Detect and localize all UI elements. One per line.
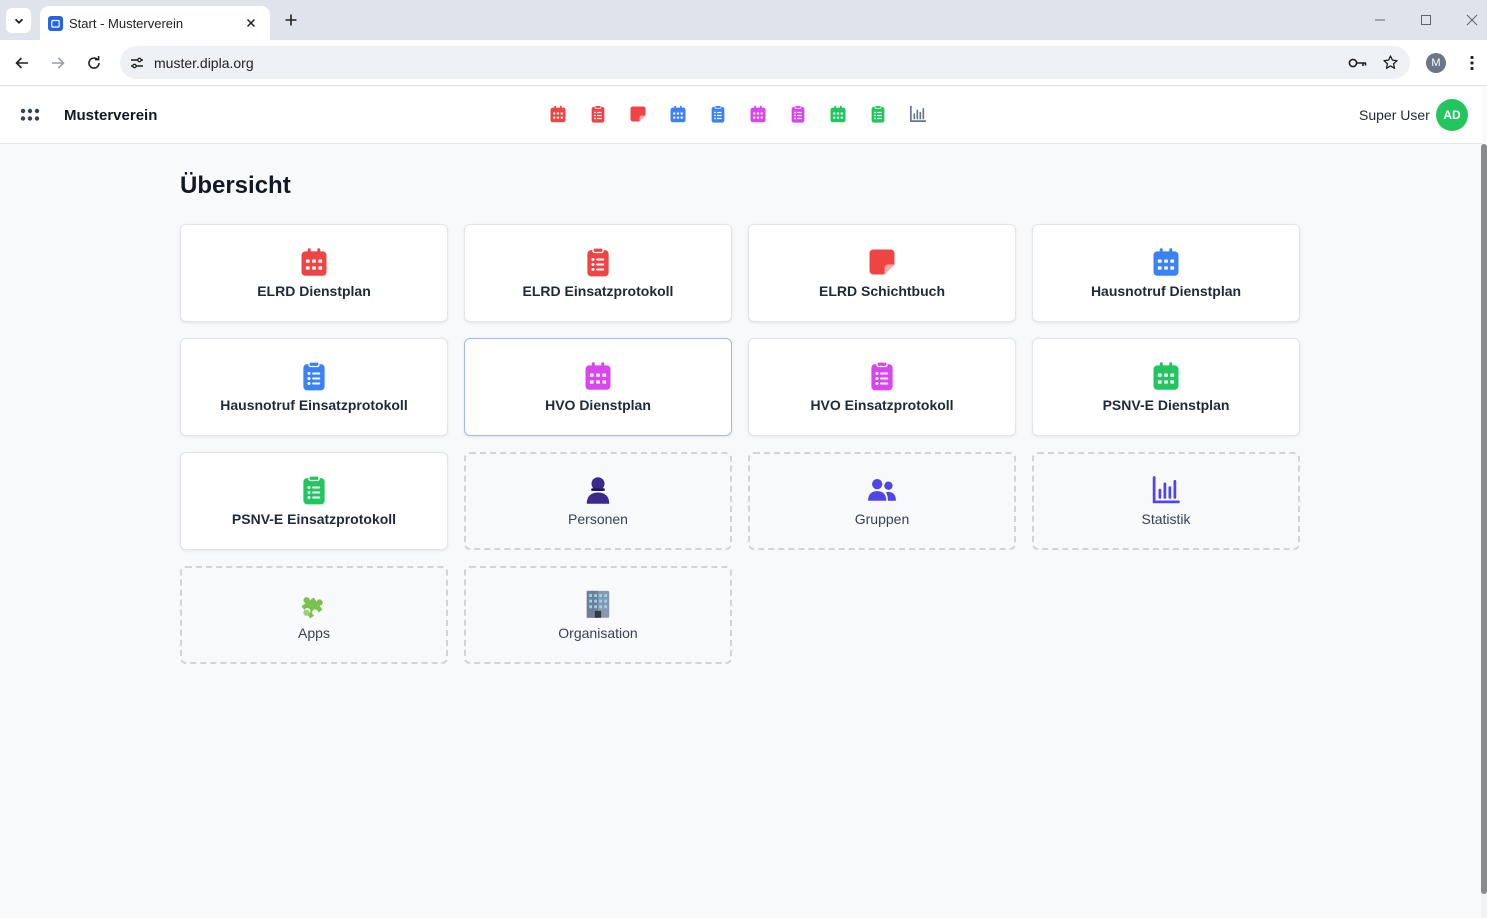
address-bar-row: muster.dipla.org M bbox=[0, 40, 1487, 86]
bar-chart-icon[interactable] bbox=[909, 105, 927, 123]
note-icon[interactable] bbox=[629, 105, 647, 123]
forward-button[interactable] bbox=[46, 51, 70, 75]
page-title: Übersicht bbox=[180, 172, 291, 199]
browser-tab-strip: Start - Musterverein bbox=[0, 0, 1487, 40]
user-name[interactable]: Super User bbox=[1359, 107, 1430, 123]
app-tile-hausnotruf-einsatzprotokoll[interactable]: Hausnotruf Einsatzprotokoll bbox=[180, 338, 448, 436]
new-tab-button[interactable] bbox=[280, 9, 302, 31]
app-tile-hvo-dienstplan[interactable]: HVO Dienstplan bbox=[464, 338, 732, 436]
app-tile-label: Statistik bbox=[1141, 511, 1191, 527]
app-header: Musterverein Super User AD bbox=[0, 87, 1482, 144]
minimize-icon bbox=[1375, 19, 1385, 21]
close-icon bbox=[1466, 14, 1478, 26]
key-icon[interactable] bbox=[1346, 51, 1370, 75]
app-tile-psnv-e-dienstplan[interactable]: PSNV-E Dienstplan bbox=[1032, 338, 1300, 436]
app-tile-label: HVO Einsatzprotokoll bbox=[810, 397, 954, 413]
clipboard-icon bbox=[299, 475, 329, 505]
calendar-icon[interactable] bbox=[549, 105, 567, 123]
clipboard-icon[interactable] bbox=[789, 105, 807, 123]
plus-icon bbox=[285, 14, 297, 26]
grid-dots-icon bbox=[20, 108, 40, 121]
browser-menu-button[interactable] bbox=[1462, 51, 1482, 75]
browser-tab[interactable]: Start - Musterverein bbox=[40, 6, 270, 40]
calendar-icon bbox=[1151, 361, 1181, 391]
maximize-window-button[interactable] bbox=[1416, 10, 1436, 30]
scrollbar-thumb[interactable] bbox=[1481, 144, 1487, 894]
reload-button[interactable] bbox=[82, 51, 106, 75]
app-tile-label: Hausnotruf Dienstplan bbox=[1090, 283, 1242, 299]
page-scrollbar[interactable] bbox=[1481, 144, 1487, 918]
app-tile-label: Personen bbox=[568, 511, 628, 527]
app-tile-gruppen[interactable]: Gruppen bbox=[748, 452, 1016, 550]
clipboard-icon bbox=[867, 361, 897, 391]
calendar-icon[interactable] bbox=[669, 105, 687, 123]
bar-chart-icon bbox=[1151, 475, 1181, 505]
maximize-icon bbox=[1421, 15, 1431, 25]
app-tile-statistik[interactable]: Statistik bbox=[1032, 452, 1300, 550]
star-icon[interactable] bbox=[1378, 51, 1402, 75]
app-tile-label: PSNV-E Einsatzprotokoll bbox=[231, 511, 397, 527]
app-tile-label: Hausnotruf Einsatzprotokoll bbox=[220, 397, 408, 413]
reload-icon bbox=[88, 56, 100, 69]
app-tile-label: Gruppen bbox=[854, 511, 910, 527]
quick-nav-bar bbox=[549, 105, 927, 123]
clipboard-icon bbox=[299, 361, 329, 391]
tab-search-button[interactable] bbox=[6, 8, 31, 33]
calendar-favicon-icon bbox=[48, 15, 63, 31]
site-settings-icon[interactable] bbox=[127, 53, 147, 73]
chevron-down-icon bbox=[14, 18, 23, 24]
browser-profile-avatar[interactable]: M bbox=[1426, 53, 1446, 73]
close-icon[interactable] bbox=[242, 14, 260, 32]
app-tile-organisation[interactable]: Organisation bbox=[464, 566, 732, 664]
app-tile-elrd-dienstplan[interactable]: ELRD Dienstplan bbox=[180, 224, 448, 322]
arrow-left-icon bbox=[15, 57, 28, 69]
back-button[interactable] bbox=[10, 51, 34, 75]
app-tile-label: Apps bbox=[298, 625, 330, 641]
app-tile-apps[interactable]: Apps bbox=[180, 566, 448, 664]
calendar-icon bbox=[299, 247, 329, 277]
app-tile-psnv-e-einsatzprotokoll[interactable]: PSNV-E Einsatzprotokoll bbox=[180, 452, 448, 550]
person-icon bbox=[583, 475, 613, 505]
app-tile-label: PSNV-E Dienstplan bbox=[1102, 397, 1230, 413]
calendar-icon[interactable] bbox=[829, 105, 847, 123]
tab-title: Start - Musterverein bbox=[69, 15, 184, 31]
app-tile-label: Organisation bbox=[558, 625, 638, 641]
note-icon bbox=[867, 247, 897, 277]
omnibox[interactable]: muster.dipla.org bbox=[120, 46, 1410, 79]
app-tile-elrd-schichtbuch[interactable]: ELRD Schichtbuch bbox=[748, 224, 1016, 322]
kebab-menu-icon bbox=[1470, 55, 1474, 71]
app-tile-elrd-einsatzprotokoll[interactable]: ELRD Einsatzprotokoll bbox=[464, 224, 732, 322]
app-tile-personen[interactable]: Personen bbox=[464, 452, 732, 550]
app-tile-label: ELRD Schichtbuch bbox=[818, 283, 945, 299]
app-launcher-button[interactable] bbox=[20, 105, 40, 125]
clipboard-icon bbox=[583, 247, 613, 277]
calendar-icon[interactable] bbox=[749, 105, 767, 123]
app-tile-label: ELRD Dienstplan bbox=[257, 283, 371, 299]
app-tile-label: HVO Dienstplan bbox=[545, 397, 651, 413]
arrow-right-icon bbox=[52, 57, 65, 69]
app-tile-hausnotruf-dienstplan[interactable]: Hausnotruf Dienstplan bbox=[1032, 224, 1300, 322]
app-tile-label: ELRD Einsatzprotokoll bbox=[522, 283, 674, 299]
app-tile-hvo-einsatzprotokoll[interactable]: HVO Einsatzprotokoll bbox=[748, 338, 1016, 436]
calendar-icon bbox=[1151, 247, 1181, 277]
clipboard-icon[interactable] bbox=[709, 105, 727, 123]
organization-name[interactable]: Musterverein bbox=[64, 107, 157, 124]
office-building-icon bbox=[583, 589, 613, 619]
app-tile-grid: ELRD Dienstplan ELRD Einsatzprotokoll EL… bbox=[180, 224, 1300, 664]
minimize-window-button[interactable] bbox=[1370, 10, 1390, 30]
clipboard-icon[interactable] bbox=[869, 105, 887, 123]
puzzle-icon bbox=[299, 589, 329, 619]
url-text[interactable]: muster.dipla.org bbox=[154, 55, 1346, 71]
users-icon bbox=[867, 475, 897, 505]
clipboard-icon[interactable] bbox=[589, 105, 607, 123]
user-avatar[interactable]: AD bbox=[1436, 99, 1468, 131]
calendar-icon bbox=[583, 361, 613, 391]
close-window-button[interactable] bbox=[1462, 10, 1482, 30]
